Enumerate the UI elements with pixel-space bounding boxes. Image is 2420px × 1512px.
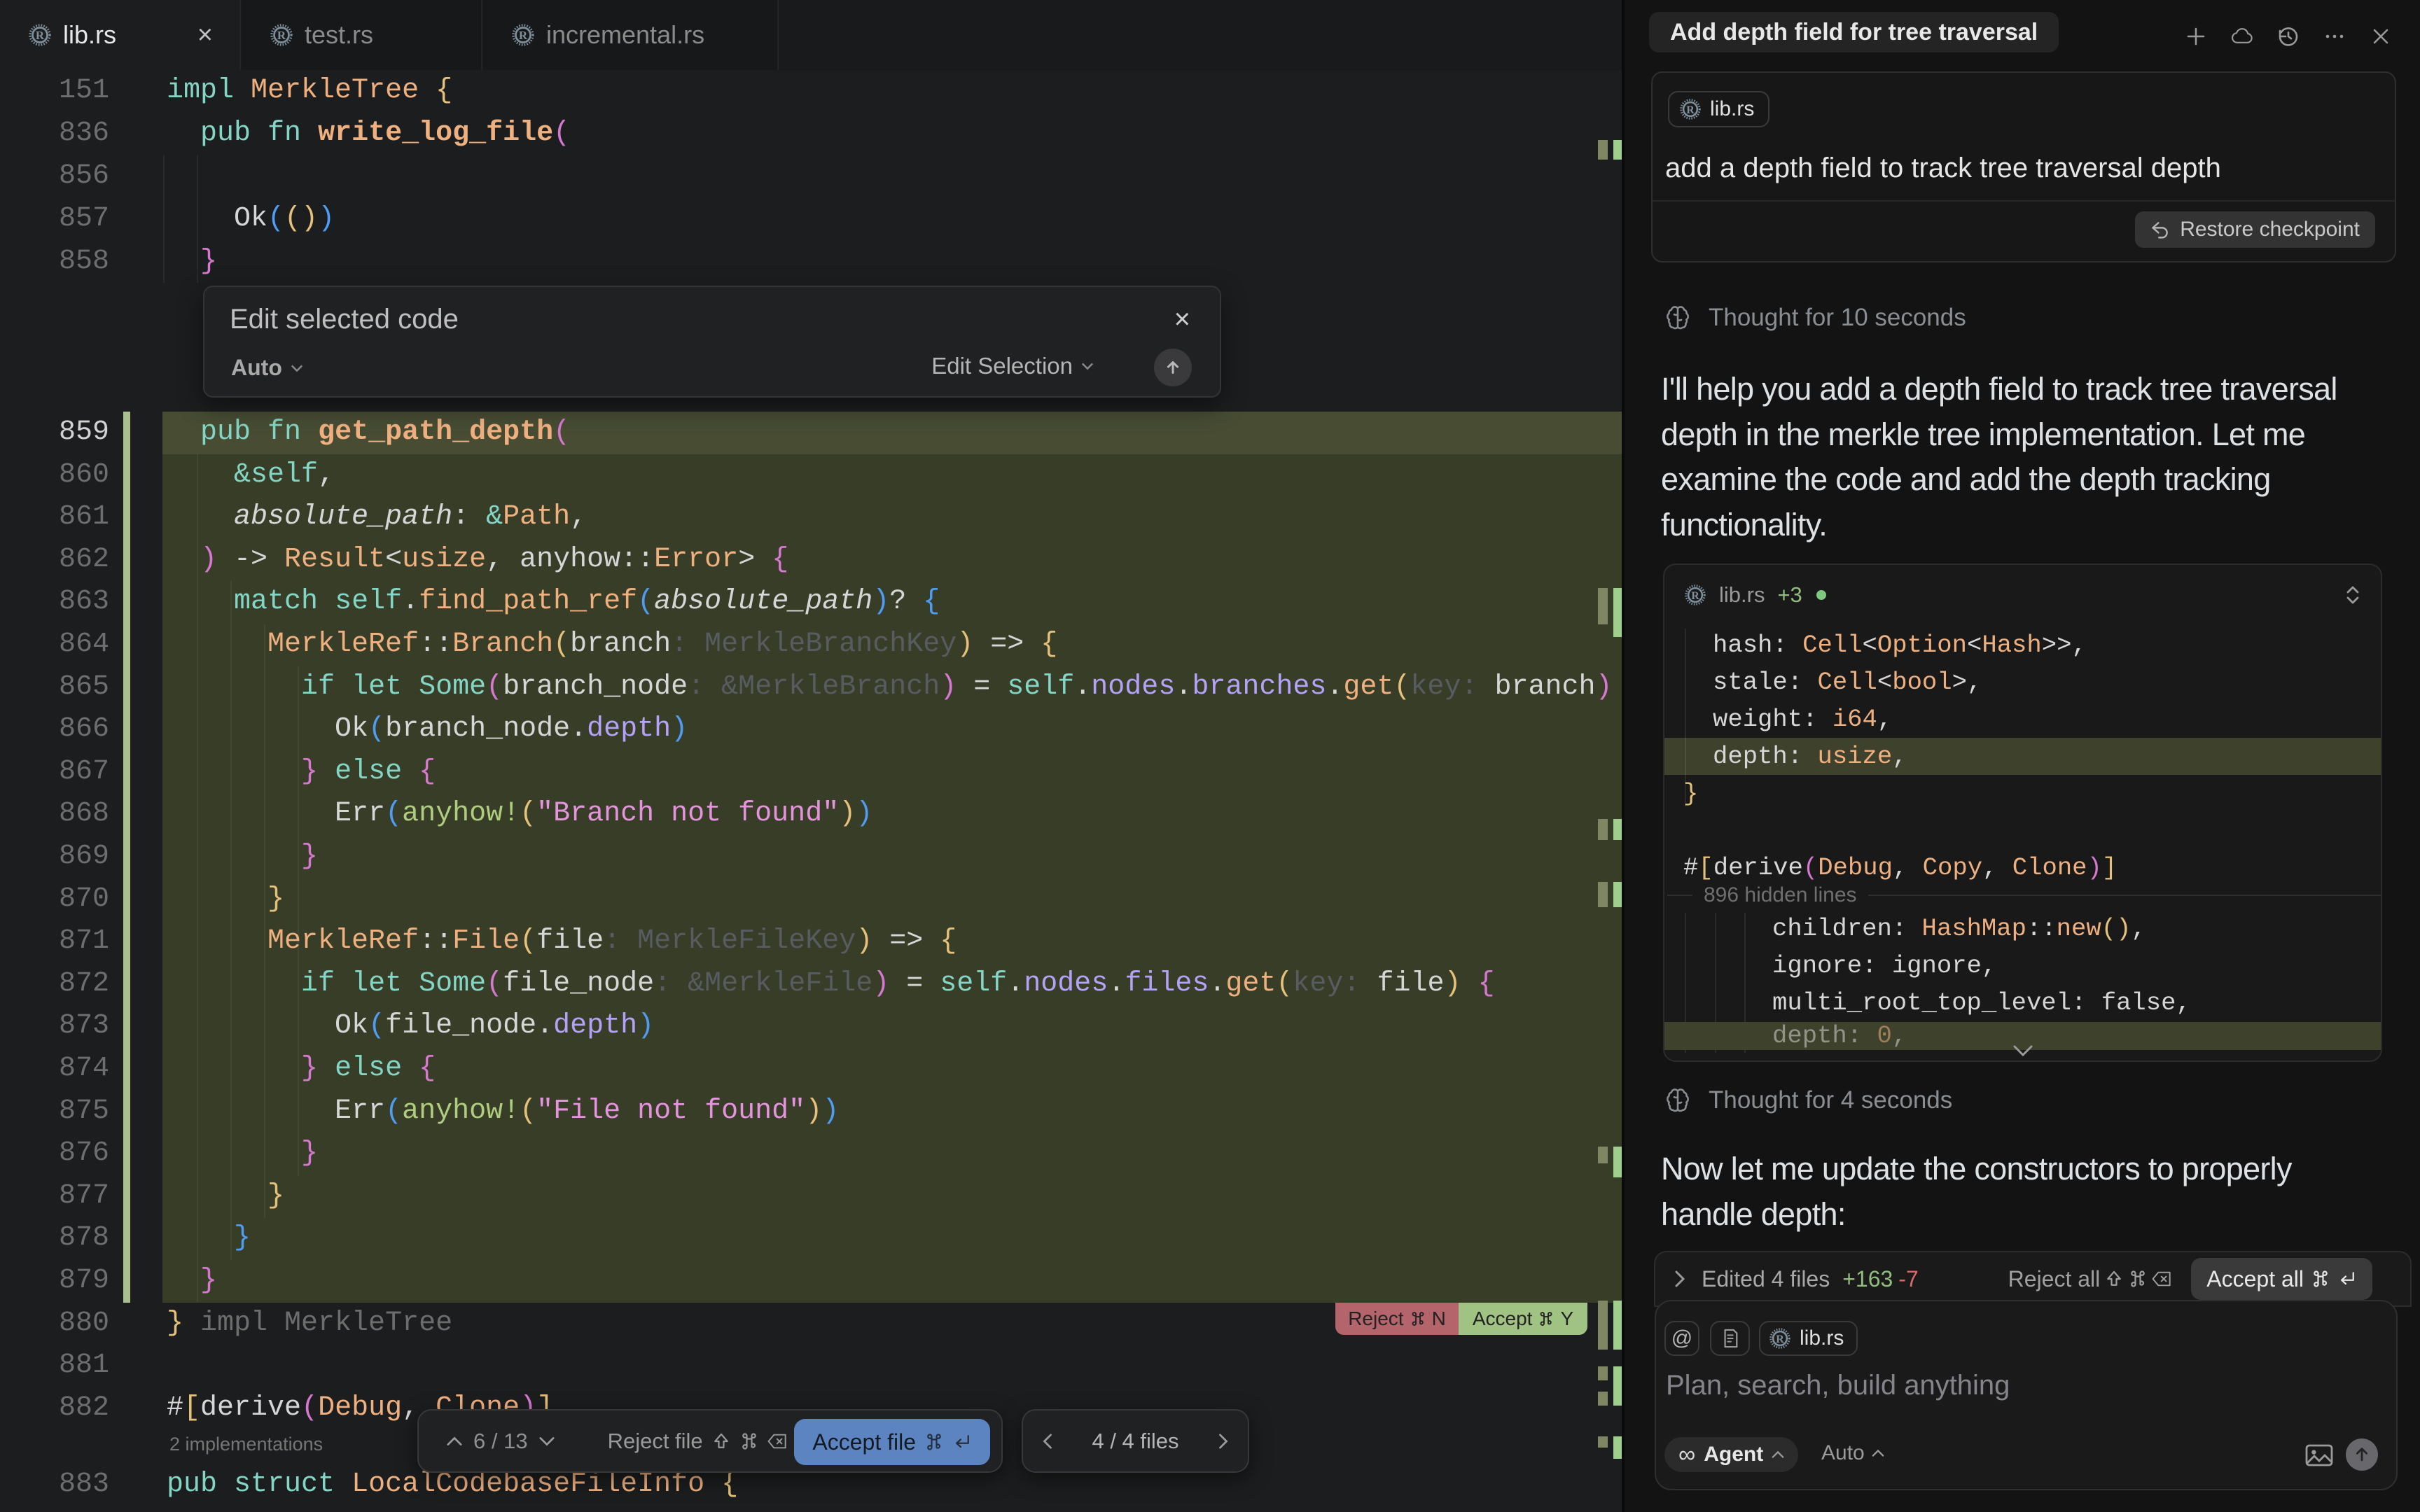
svg-text:R: R (519, 29, 528, 42)
svg-text:R: R (1691, 590, 1699, 602)
svg-text:R: R (277, 29, 286, 42)
svg-text:R: R (1776, 1334, 1784, 1345)
svg-text:R: R (36, 29, 45, 42)
svg-text:R: R (1686, 104, 1695, 116)
